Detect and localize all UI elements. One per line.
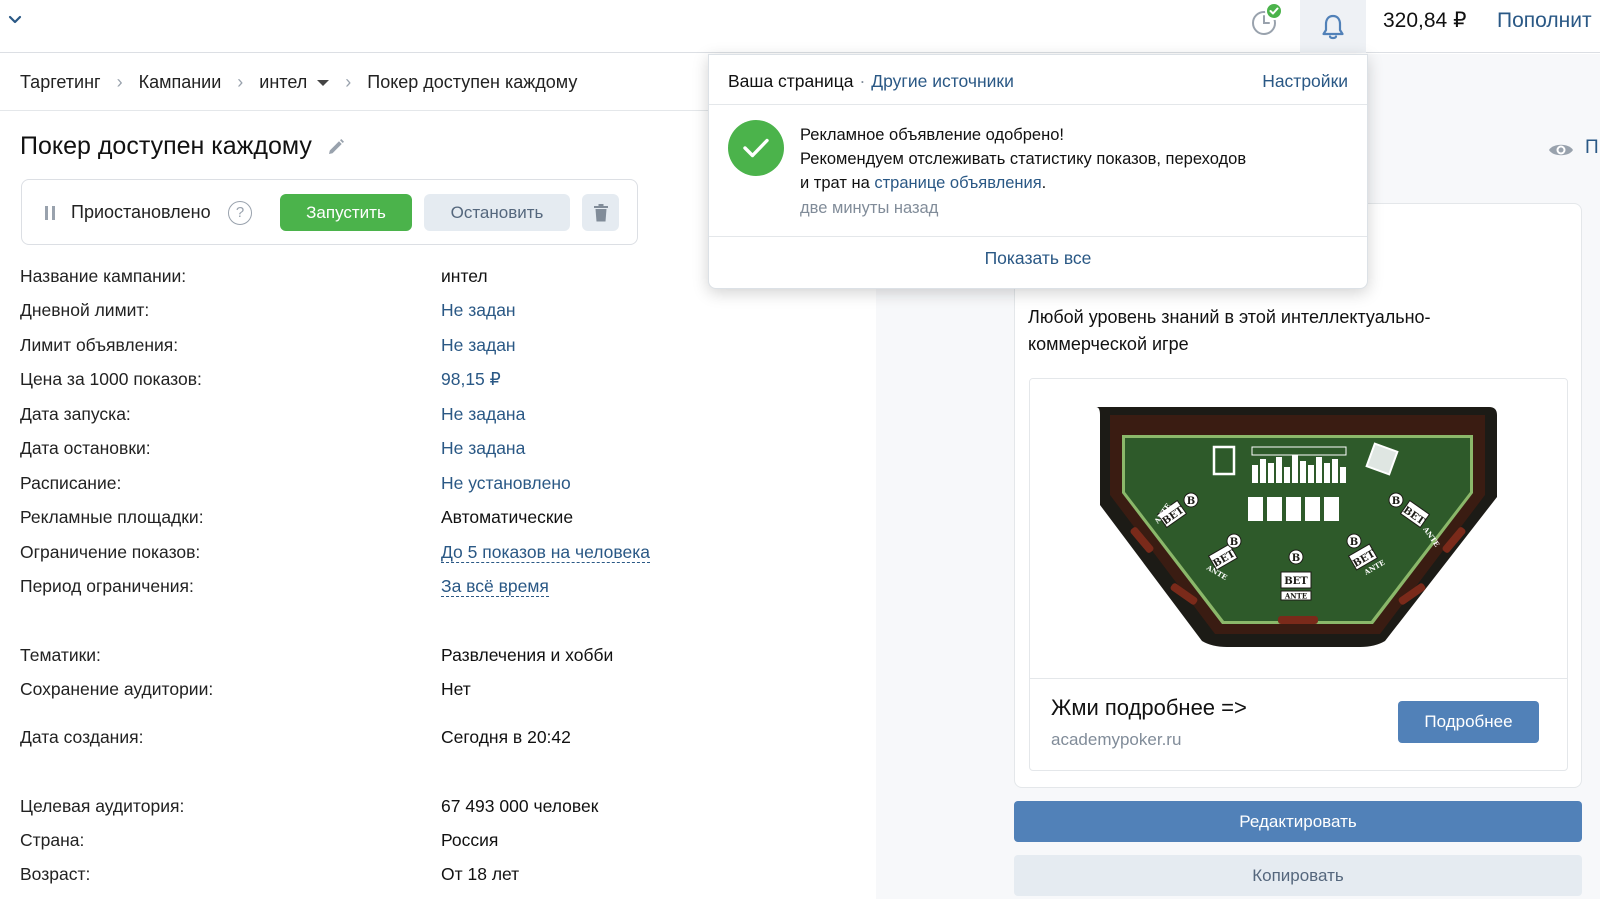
field-value-placements: Автоматические <box>441 507 574 527</box>
field-label: Тематики: <box>20 645 101 665</box>
notification-message: Рекламное объявление одобрено! Рекоменду… <box>800 123 1246 195</box>
field-value-impression-cap[interactable]: До 5 показов на человека <box>441 542 651 564</box>
ad-domain: academypoker.ru <box>1051 730 1182 749</box>
ad-media[interactable]: BET B ANTE BET B ANTE BET B ANTE BET B A… <box>1029 378 1568 771</box>
field-label: Рекламные площадки: <box>20 507 204 527</box>
field-label: Период ограничения: <box>20 576 194 596</box>
pencil-icon[interactable] <box>326 137 346 157</box>
field-label: Дата остановки: <box>20 438 151 458</box>
bet-b-label: B <box>1392 496 1400 507</box>
delete-button[interactable] <box>582 194 619 231</box>
field-value-country: Россия <box>441 830 499 850</box>
page-title: Покер доступен каждому <box>20 132 346 161</box>
start-button[interactable]: Запустить <box>280 194 412 231</box>
field-label: Цена за 1000 показов: <box>20 369 202 389</box>
breadcrumb-campaign-label: интел <box>259 72 308 92</box>
bell-icon <box>1322 14 1344 39</box>
field-value-audience-save: Нет <box>441 679 471 699</box>
divider <box>709 104 1367 105</box>
notification-line-3-suffix: . <box>1041 174 1047 192</box>
tab-separator: · <box>859 71 866 91</box>
caret-down-icon <box>317 80 330 87</box>
ad-text: Любой уровень знаний в этой интеллектуал… <box>1028 307 1431 354</box>
field-value-schedule[interactable]: Не установлено <box>441 473 571 494</box>
status-panel: Приостановлено ? Запустить Остановить <box>21 179 638 245</box>
bet-b-label: B <box>1230 537 1238 548</box>
field-label: Дневной лимит: <box>20 300 150 320</box>
ad-headline: Жми подробнее => <box>1051 695 1247 720</box>
breadcrumb-separator-icon: › <box>345 72 352 92</box>
field-value-cap-period[interactable]: За всё время <box>441 576 549 598</box>
poker-table-image: BET B ANTE BET B ANTE BET B ANTE BET B A… <box>1030 379 1567 678</box>
notification-settings-link[interactable]: Настройки <box>1262 71 1348 92</box>
notification-line-3-prefix: и трат на <box>800 174 875 192</box>
tab-other-sources[interactable]: Другие источники <box>871 71 1014 91</box>
stop-button[interactable]: Остановить <box>424 194 570 231</box>
breadcrumb: Таргетинг › Кампании › интел › Покер дос… <box>20 72 577 93</box>
field-value-ad-limit[interactable]: Не задан <box>441 335 516 356</box>
field-label: Страна: <box>20 830 85 850</box>
field-label: Ограничение показов: <box>20 542 201 562</box>
notification-line-2: Рекомендуем отслеживать статистику показ… <box>800 150 1247 168</box>
eye-icon[interactable] <box>1548 140 1574 160</box>
status-label: Приостановлено <box>71 202 211 222</box>
more-button[interactable]: Подробнее <box>1398 701 1539 743</box>
divider <box>709 236 1367 237</box>
check-circle-icon <box>728 120 784 176</box>
history-icon[interactable] <box>1246 2 1286 42</box>
ante-label: ANTE <box>1284 592 1307 601</box>
field-value-target-audience: 67 493 000 человек <box>441 796 599 816</box>
ad-preview-card: Любой уровень знаний в этой интеллектуал… <box>1014 203 1582 788</box>
breadcrumb-separator-icon: › <box>116 72 123 92</box>
help-icon[interactable]: ? <box>228 201 252 225</box>
field-label: Целевая аудитория: <box>20 796 185 816</box>
field-value-topics: Развлечения и хобби <box>441 645 614 665</box>
breadcrumb-item-campaign[interactable]: интел <box>259 72 330 93</box>
ad-page-link[interactable]: странице объявления <box>874 174 1041 192</box>
notification-tabs: Ваша страница · Другие источники <box>728 71 1014 92</box>
field-label: Сохранение аудитории: <box>20 679 214 699</box>
field-label: Расписание: <box>20 473 122 493</box>
notification-line-1: Рекламное объявление одобрено! <box>800 126 1064 144</box>
copy-button[interactable]: Копировать <box>1014 855 1582 896</box>
field-label: Лимит объявления: <box>20 335 179 355</box>
topup-link[interactable]: Пополнит <box>1497 9 1592 33</box>
tab-your-page[interactable]: Ваша страница <box>728 71 853 91</box>
field-value-start-date[interactable]: Не задана <box>441 404 525 425</box>
bet-label: BET <box>1284 576 1308 587</box>
top-bar: 320,84 ₽ Пополнит <box>0 0 1600 53</box>
field-label: Название кампании: <box>20 266 187 286</box>
notifications-button[interactable] <box>1300 0 1366 53</box>
field-value-cpm[interactable]: 98,15 ₽ <box>441 369 501 390</box>
field-value-age: От 18 лет <box>441 864 520 884</box>
field-label: Дата запуска: <box>20 404 131 424</box>
field-value-daily-limit[interactable]: Не задан <box>441 300 516 321</box>
chevron-down-icon[interactable] <box>6 10 24 28</box>
breadcrumb-item-ad: Покер доступен каждому <box>367 72 578 92</box>
breadcrumb-item-targeting[interactable]: Таргетинг <box>20 72 101 93</box>
edit-button[interactable]: Редактировать <box>1014 801 1582 842</box>
field-value-created: Сегодня в 20:42 <box>441 727 571 747</box>
field-value-stop-date[interactable]: Не задана <box>441 438 525 459</box>
notifications-popup: Ваша страница · Другие источники Настройки… <box>708 54 1368 289</box>
trash-icon <box>593 203 608 221</box>
show-all-link[interactable]: Показать все <box>709 248 1367 269</box>
divider <box>1030 678 1567 679</box>
preview-link[interactable]: П <box>1585 137 1599 159</box>
field-label: Возраст: <box>20 864 91 884</box>
breadcrumb-item-campaigns[interactable]: Кампании <box>139 72 222 93</box>
field-value-campaign: интел <box>441 266 488 286</box>
bet-b-label: B <box>1350 537 1358 548</box>
pause-icon <box>45 206 55 220</box>
ad-title: Покер доступен каждому <box>20 132 312 160</box>
notification-line-3: и трат на странице объявления. <box>800 171 1246 195</box>
breadcrumb-separator-icon: › <box>237 72 244 92</box>
notification-time: две минуты назад <box>800 199 939 217</box>
balance-amount: 320,84 ₽ <box>1383 9 1467 32</box>
bet-b-label: B <box>1292 553 1300 564</box>
bet-b-label: B <box>1187 496 1195 507</box>
field-label: Дата создания: <box>20 727 144 747</box>
